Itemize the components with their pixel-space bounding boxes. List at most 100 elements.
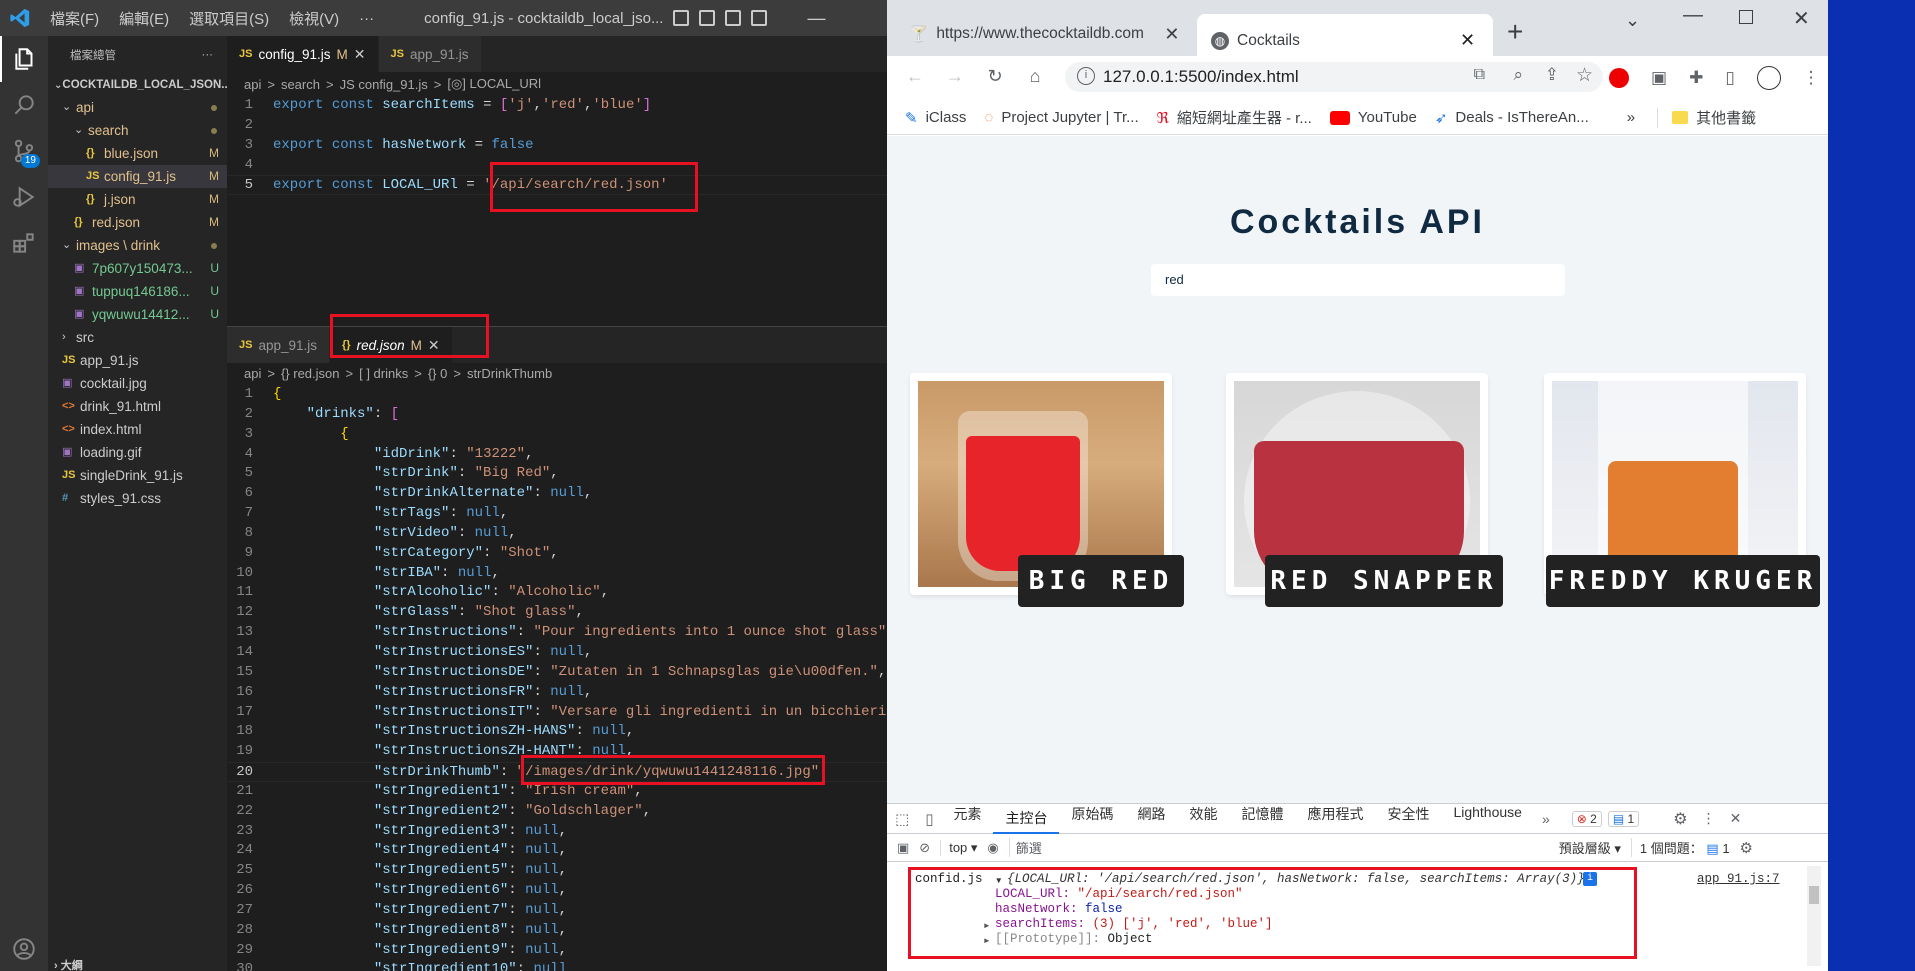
toggle-sidebar-icon[interactable] xyxy=(673,10,690,26)
zoom-icon[interactable]: ⌕ xyxy=(1513,65,1523,85)
other-bookmarks[interactable]: 其他書籤 xyxy=(1672,107,1756,128)
run-debug-icon[interactable] xyxy=(0,174,48,220)
code-line[interactable]: 16 "strInstructionsFR": null, xyxy=(227,683,887,703)
tab-search-icon[interactable]: ⌄ xyxy=(1625,10,1640,31)
code-line[interactable]: 29 "strIngredient9": null, xyxy=(227,941,887,961)
tree-item[interactable]: {} j.json M xyxy=(48,188,227,211)
messages-badge[interactable]: ▤ 1 xyxy=(1607,810,1640,827)
scrollbar-thumb[interactable] xyxy=(1809,886,1819,904)
side-panel-icon[interactable]: ▯ xyxy=(1725,68,1734,88)
toggle-panel-icon[interactable] xyxy=(699,10,716,26)
code-line[interactable]: 4 "idDrink": "13222", xyxy=(227,445,887,465)
home-icon[interactable]: ⌂ xyxy=(1015,56,1055,96)
menu-view[interactable]: 檢視(V) xyxy=(279,8,349,29)
code-line[interactable]: 6 "strDrinkAlternate": null, xyxy=(227,484,887,504)
tree-item[interactable]: {} blue.json M xyxy=(48,142,227,165)
tree-item[interactable]: JS app_91.js xyxy=(48,349,227,372)
eye-icon[interactable]: ◉ xyxy=(987,840,998,856)
more-bookmarks-icon[interactable]: » xyxy=(1627,109,1635,126)
breadcrumb-item[interactable]: {} 0 xyxy=(428,366,448,381)
outline-section[interactable]: › 大綱 xyxy=(54,957,83,971)
tab-close-icon[interactable]: ✕ xyxy=(1164,24,1179,45)
devtools-tab[interactable]: 網路 xyxy=(1125,804,1177,834)
adblock-icon[interactable] xyxy=(1609,68,1629,88)
devtools-tab[interactable]: 效能 xyxy=(1177,804,1229,834)
bookmark-jupyter[interactable]: ◌ Project Jupyter | Tr... xyxy=(984,109,1138,126)
code-line[interactable]: 10 "strIBA": null, xyxy=(227,564,887,584)
customize-layout-icon[interactable] xyxy=(751,10,768,26)
code-line[interactable]: 8 "strVideo": null, xyxy=(227,524,887,544)
code-line[interactable]: 17 "strInstructionsIT": "Versare gli ing… xyxy=(227,703,887,723)
browser-tab-cocktaildb[interactable]: 🍸 https://www.thecocktaildb.com ✕ xyxy=(895,17,1195,51)
breadcrumb-item[interactable]: [◎] LOCAL_URl xyxy=(447,76,541,92)
inspect-icon[interactable]: ⬚ xyxy=(887,810,917,828)
tab-close-icon[interactable]: ✕ xyxy=(1460,30,1475,51)
bookmark-youtube[interactable]: YouTube xyxy=(1329,109,1417,126)
breadcrumb-item[interactable]: [ ] drinks xyxy=(359,366,408,381)
tree-item[interactable]: ⌄ images \ drink xyxy=(48,234,227,257)
device-toggle-icon[interactable]: ▯ xyxy=(917,810,941,828)
console-filter-input[interactable]: 篩選 xyxy=(1008,838,1549,857)
profile-avatar[interactable] xyxy=(1756,66,1781,90)
more-tabs-icon[interactable]: » xyxy=(1534,811,1558,827)
maximize-icon[interactable] xyxy=(1739,10,1753,24)
code-line[interactable]: 13 "strInstructions": "Pour ingredients … xyxy=(227,623,887,643)
extensions-icon[interactable] xyxy=(0,220,48,266)
bookmark-star-icon[interactable]: ☆ xyxy=(1576,64,1593,87)
code-line[interactable]: 9 "strCategory": "Shot", xyxy=(227,544,887,564)
console-settings-icon[interactable]: ⚙ xyxy=(1740,839,1753,857)
site-info-icon[interactable]: i xyxy=(1077,67,1095,85)
editor-tab[interactable]: JS app_91.js xyxy=(378,36,482,72)
devtools-tab[interactable]: 應用程式 xyxy=(1295,804,1375,834)
devtools-close-icon[interactable]: ✕ xyxy=(1730,810,1742,827)
code-line[interactable]: 3 export const hasNetwork = false xyxy=(227,136,887,156)
code-line[interactable]: 7 "strTags": null, xyxy=(227,504,887,524)
code-line[interactable]: 1{ xyxy=(227,385,887,405)
devtools-tab[interactable]: 安全性 xyxy=(1375,804,1441,834)
account-icon[interactable] xyxy=(0,926,48,971)
issues-button[interactable]: 1 個問題： ▤ 1 xyxy=(1630,838,1730,857)
errors-badge[interactable]: ⊗ 2 xyxy=(1571,810,1602,827)
tree-item[interactable]: JS config_91.js M xyxy=(48,165,227,188)
menu-selection[interactable]: 選取項目(S) xyxy=(179,8,279,29)
code-line[interactable]: 3 { xyxy=(227,425,887,445)
drink-card[interactable]: RED SNAPPER xyxy=(1226,373,1503,607)
devtools-tab[interactable]: 原始碼 xyxy=(1059,804,1125,834)
tree-item[interactable]: ▣ yqwuwu14412... U xyxy=(48,303,227,326)
breadcrumb-item[interactable]: search xyxy=(281,77,320,92)
devtools-tab[interactable]: 元素 xyxy=(941,804,993,834)
search-icon[interactable] xyxy=(0,82,48,128)
code-line[interactable]: 5 "strDrink": "Big Red", xyxy=(227,464,887,484)
settings-gear-icon[interactable]: ⚙ xyxy=(1673,809,1687,829)
code-line[interactable]: 2 "drinks": [ xyxy=(227,405,887,425)
code-line[interactable]: 30 "strIngredient10": null xyxy=(227,960,887,971)
tree-item[interactable]: JS singleDrink_91.js xyxy=(48,464,227,487)
context-select[interactable]: top ▾ xyxy=(940,839,977,856)
explorer-more-icon[interactable]: ··· xyxy=(202,49,214,61)
code-line[interactable]: 25 "strIngredient5": null, xyxy=(227,861,887,881)
code-line[interactable]: 22 "strIngredient2": "Goldschlager", xyxy=(227,802,887,822)
bookmark-iclass[interactable]: ✎ iClass xyxy=(905,109,966,127)
editor-tab[interactable]: JS app_91.js xyxy=(227,327,331,363)
code-line[interactable]: 2 xyxy=(227,116,887,136)
code-line[interactable]: 23 "strIngredient3": null, xyxy=(227,822,887,842)
new-tab-button[interactable]: + xyxy=(1507,16,1523,48)
bookmark-shorturl[interactable]: ℜ 縮短網址產生器 - r... xyxy=(1157,107,1312,128)
code-line[interactable]: 24 "strIngredient4": null, xyxy=(227,841,887,861)
log-levels-select[interactable]: 預設層級 ▾ xyxy=(1559,838,1621,857)
code-line[interactable]: 18 "strInstructionsZH-HANS": null, xyxy=(227,722,887,742)
editor-tab[interactable]: JS config_91.js M ✕ xyxy=(227,36,379,72)
editor2-code[interactable]: 1{2 "drinks": [3 {4 "idDrink": "13222", 5… xyxy=(227,385,887,971)
share-icon[interactable]: ⇪ xyxy=(1545,65,1559,85)
devtools-tab[interactable]: 主控台 xyxy=(993,804,1060,834)
breadcrumb-item[interactable]: strDrinkThumb xyxy=(467,366,552,381)
code-line[interactable]: 14 "strInstructionsES": null, xyxy=(227,643,887,663)
puzzle-icon[interactable]: ✚ xyxy=(1689,68,1703,88)
minimize-icon[interactable]: — xyxy=(807,8,825,29)
tree-item[interactable]: ▣ tuppuq146186... U xyxy=(48,280,227,303)
code-line[interactable]: 26 "strIngredient6": null, xyxy=(227,881,887,901)
devtools-more-icon[interactable]: ⋮ xyxy=(1702,810,1716,827)
tab-close-icon[interactable]: ✕ xyxy=(354,46,366,63)
tree-item[interactable]: ▣ cocktail.jpg xyxy=(48,372,227,395)
tree-item[interactable]: ⌄ api xyxy=(48,96,227,119)
